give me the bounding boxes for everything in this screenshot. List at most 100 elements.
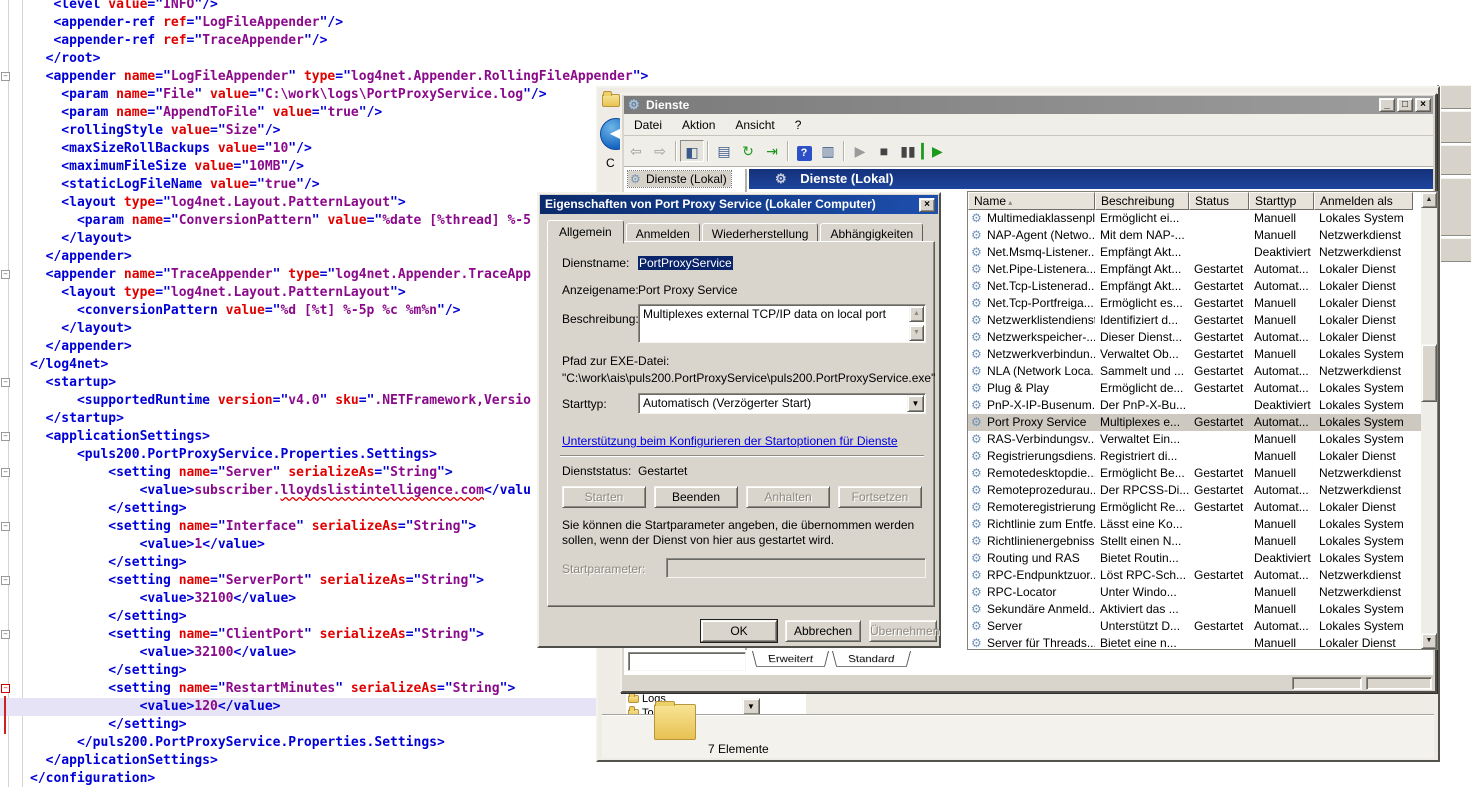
service-row[interactable]: ⚙Richtlinie zum Entfe...Lässt eine Ko...…	[968, 516, 1421, 533]
ok-button[interactable]: OK	[701, 620, 777, 642]
code-line[interactable]: <layout type="log4net.Layout.PatternLayo…	[0, 284, 406, 302]
code-line[interactable]: </layout>	[0, 230, 132, 248]
startoptionen-link[interactable]: Unterstützung beim Konfigurieren der Sta…	[562, 434, 898, 448]
code-line[interactable]: </configuration>	[0, 770, 155, 787]
fold-toggle-icon[interactable]: −	[1, 684, 10, 693]
service-row[interactable]: ⚙NAP-Agent (Netwo...Mit dem NAP-...Manue…	[968, 227, 1421, 244]
pause-service-icon[interactable]: ▮▮	[896, 140, 920, 162]
code-line[interactable]: <setting name="Interface" serializeAs="S…	[0, 518, 476, 536]
folder-item[interactable]: Tools	[626, 706, 806, 714]
code-line[interactable]: <setting name="ServerPort" serializeAs="…	[0, 572, 484, 590]
code-line[interactable]: </root>	[0, 50, 100, 68]
service-row[interactable]: ⚙Sekundäre Anmeld...Aktiviert das ...Man…	[968, 601, 1421, 618]
folder-list[interactable]: LogsTools	[626, 692, 806, 714]
beschreibung-textbox[interactable]: Multiplexes external TCP/IP data on loca…	[638, 304, 926, 343]
service-row[interactable]: ⚙NLA (Network Loca...Sammelt und ...Gest…	[968, 363, 1421, 380]
help-icon[interactable]: ?	[792, 140, 816, 162]
refresh-icon[interactable]: ↻	[736, 140, 760, 162]
service-row[interactable]: ⚙Net.Pipe-Listenera...Empfängt Akt...Ges…	[968, 261, 1421, 278]
forward-icon[interactable]: ⇨	[648, 140, 672, 162]
service-row[interactable]: ⚙PnP-X-IP-Busenum...Der PnP-X-Bu...Deakt…	[968, 397, 1421, 414]
starttyp-dropdown[interactable]: Automatisch (Verzögerter Start) ▼	[638, 393, 926, 414]
code-line[interactable]: <value>32100</value>	[0, 644, 296, 662]
service-row[interactable]: ⚙ServerUnterstützt D...GestartetAutomat.…	[968, 618, 1421, 635]
beenden-button[interactable]: Beenden	[654, 486, 738, 508]
service-row[interactable]: ⚙Remoteprozedurau...Der RPCSS-Di...Gesta…	[968, 482, 1421, 499]
code-line[interactable]: <supportedRuntime version="v4.0" sku=".N…	[0, 392, 531, 410]
column-header-name[interactable]: Name ▴	[968, 192, 1095, 210]
code-line[interactable]: </appender>	[0, 338, 132, 356]
folder-item[interactable]: Logs	[626, 692, 806, 706]
fold-toggle-icon[interactable]: −	[1, 270, 10, 279]
extended-view-icon[interactable]: ▥	[816, 140, 840, 162]
export-list-icon[interactable]: ⇥	[760, 140, 784, 162]
stop-service-icon[interactable]: ■	[872, 140, 896, 162]
service-row[interactable]: ⚙Net.Msmq-Listener...Empfängt Akt...Deak…	[968, 244, 1421, 261]
code-line[interactable]: <param name="File" value="C:\work\logs\P…	[0, 86, 547, 104]
code-line[interactable]: </setting>	[0, 662, 187, 680]
tab-erweitert[interactable]: Erweitert	[752, 651, 829, 667]
tab-standard[interactable]: Standard	[832, 651, 911, 667]
scrollbar-thumb[interactable]	[1421, 344, 1437, 402]
service-row[interactable]: ⚙Richtlinienergebniss...Stellt einen N..…	[968, 533, 1421, 550]
service-row[interactable]: ⚙Server für Threads...Bietet eine n...Ma…	[968, 635, 1421, 649]
service-row[interactable]: ⚙Remotedesktopdie...Ermöglicht Be...Gest…	[968, 465, 1421, 482]
code-line[interactable]: <value>subscriber.lloydslistintelligence…	[0, 482, 531, 500]
chevron-down-icon[interactable]: ▼	[907, 395, 924, 412]
column-header-beschreibung[interactable]: Beschreibung	[1095, 192, 1189, 210]
code-line[interactable]: <puls200.PortProxyService.Properties.Set…	[0, 446, 437, 464]
code-line[interactable]: <appender-ref ref="LogFileAppender"/>	[0, 14, 343, 32]
service-row[interactable]: ⚙Netzwerkverbindun...Verwaltet Ob...Gest…	[968, 346, 1421, 363]
service-row[interactable]: ⚙RAS-Verbindungsv...Verwaltet Ein...Manu…	[968, 431, 1421, 448]
code-line[interactable]: <value>1</value>	[0, 536, 265, 554]
code-line[interactable]: </setting>	[0, 554, 187, 572]
start-service-icon[interactable]: ▶	[848, 140, 872, 162]
service-row[interactable]: ⚙Net.Tcp-Listenerad...Empfängt Akt...Ges…	[968, 278, 1421, 295]
code-line[interactable]: </layout>	[0, 320, 132, 338]
code-line[interactable]: </log4net>	[0, 356, 108, 374]
fold-toggle-icon[interactable]: −	[1, 432, 10, 441]
uebernehmen-button[interactable]: Übernehmen	[869, 620, 937, 642]
code-line[interactable]: <setting name="Server" serializeAs="Stri…	[0, 464, 453, 482]
menu-datei[interactable]: Datei	[624, 114, 672, 132]
service-row[interactable]: ⚙Net.Tcp-Portfreiga...Ermöglicht es...Ge…	[968, 295, 1421, 312]
service-row[interactable]: ⚙Registrierungsdiens...Registriert di...…	[968, 448, 1421, 465]
code-line[interactable]: </appender>	[0, 248, 132, 266]
code-line[interactable]: </setting>	[0, 500, 187, 518]
fortsetzen-button[interactable]: Fortsetzen	[838, 486, 922, 508]
menu-help[interactable]: ?	[785, 114, 812, 132]
tree-item-dienste-lokal[interactable]: ⚙ Dienste (Lokal)	[628, 171, 731, 187]
column-header-starttyp[interactable]: Starttyp	[1249, 192, 1314, 210]
fold-toggle-icon[interactable]: −	[1, 72, 10, 81]
menu-ansicht[interactable]: Ansicht	[725, 114, 784, 132]
show-console-tree-icon[interactable]: ◧	[680, 140, 704, 162]
code-line[interactable]: </startup>	[0, 410, 124, 428]
code-line[interactable]: <layout type="log4net.Layout.PatternLayo…	[0, 194, 406, 212]
back-icon[interactable]: ⇦	[624, 140, 648, 162]
startparameter-input[interactable]	[666, 558, 926, 578]
service-row[interactable]: ⚙RemoteregistrierungErmöglicht Re...Gest…	[968, 499, 1421, 516]
service-row[interactable]: ⚙Multimediaklassenpl...Ermöglicht ei...M…	[968, 210, 1421, 227]
code-line[interactable]: <param name="ConversionPattern" value="%…	[0, 212, 531, 230]
code-line[interactable]: <setting name="RestartMinutes" serialize…	[0, 680, 515, 698]
scroll-up-button[interactable]: ▲	[909, 306, 924, 322]
code-line[interactable]: </setting>	[0, 716, 187, 734]
toolbar[interactable]: ⇦⇨◧▤↻⇥?▥▶■▮▮▎▶	[624, 136, 1433, 167]
code-line[interactable]: <rollingStyle value="Size"/>	[0, 122, 280, 140]
close-icon[interactable]: ×	[919, 198, 935, 212]
dropdown-button[interactable]: ▼	[742, 698, 760, 715]
service-row[interactable]: ⚙Netzwerkspeicher-...Dieser Dienst...Ges…	[968, 329, 1421, 346]
properties-icon[interactable]: ▤	[712, 140, 736, 162]
fold-toggle-icon[interactable]: −	[1, 522, 10, 531]
service-row[interactable]: ⚙RPC-Endpunktzuor...Löst RPC-Sch...Gesta…	[968, 567, 1421, 584]
code-line[interactable]: <maximumFileSize value="10MB"/>	[0, 158, 304, 176]
dialog-titlebar[interactable]: Eigenschaften von Port Proxy Service (Lo…	[540, 195, 938, 214]
vertical-scrollbar[interactable]: ▲ ▼	[1421, 192, 1437, 649]
code-line[interactable]: <applicationSettings>	[0, 428, 210, 446]
list-body[interactable]: ⚙Multimediaklassenpl...Ermöglicht ei...M…	[968, 210, 1421, 649]
column-header-anmelden-als[interactable]: Anmelden als	[1314, 192, 1413, 210]
code-line[interactable]: <value>32100</value>	[0, 590, 296, 608]
filter-input[interactable]	[628, 652, 746, 671]
fold-toggle-icon[interactable]: −	[1, 630, 10, 639]
maximize-button[interactable]: □	[1397, 98, 1413, 112]
